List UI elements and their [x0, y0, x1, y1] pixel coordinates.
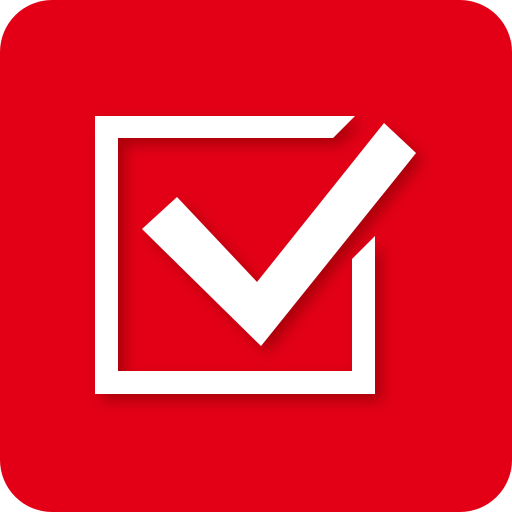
- app-icon-stage: [0, 0, 512, 512]
- icon-background: [0, 0, 512, 512]
- checkbox-checked-icon: [0, 0, 512, 512]
